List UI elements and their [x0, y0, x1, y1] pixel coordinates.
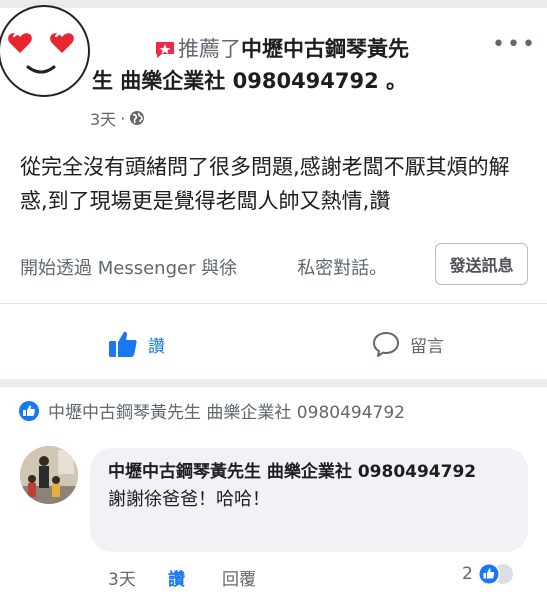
more-options-button[interactable]: ••• — [492, 32, 537, 57]
page-avatar[interactable] — [20, 446, 78, 504]
comment-actions: 3天 讚 回覆 — [108, 565, 256, 590]
recommend-verb: 推薦了 — [178, 37, 241, 61]
thumbs-up-icon — [109, 331, 137, 357]
comment-author[interactable]: 中壢中古鋼琴黃先生 曲樂企業社 0980494792 — [108, 460, 510, 485]
like-button[interactable]: 讚 — [108, 330, 165, 358]
reaction-count: 2 — [462, 564, 473, 584]
send-message-button[interactable]: 發送訊息 — [435, 243, 528, 285]
divider — [0, 303, 547, 304]
comment-bubble-icon — [373, 332, 399, 357]
heart-eyes-emoji-icon — [8, 33, 74, 74]
comment-bubble: 中壢中古鋼琴黃先生 曲樂企業社 0980494792 謝謝徐爸爸！哈哈！ — [90, 448, 528, 552]
like-reaction-icon — [19, 400, 39, 421]
reviewer-name-redacted[interactable] — [92, 39, 154, 61]
post-meta: 3天 · — [90, 106, 145, 130]
comment-reply-button[interactable]: 回覆 — [222, 565, 256, 590]
page-name-link[interactable]: 中壢中古鋼琴黃先 — [241, 37, 409, 61]
comment-like-button[interactable]: 讚 — [168, 565, 222, 590]
like-label: 讚 — [148, 336, 165, 357]
comment-label: 留言 — [410, 336, 444, 357]
reaction-stack-icon — [477, 563, 513, 585]
reacted-page-name[interactable]: 中壢中古鋼琴黃先生 曲樂企業社 0980494792 — [48, 398, 405, 423]
comment-text: 謝謝徐爸爸！哈哈！ — [108, 489, 270, 510]
post-header: 推薦了中壢中古鋼琴黃先 生 曲樂企業社 0980494792 。 — [92, 33, 492, 97]
post-timestamp[interactable]: 3天 — [90, 106, 116, 130]
section-band — [0, 379, 547, 387]
post-body-text: 從完全沒有頭緒問了很多問題,感謝老闆不厭其煩的解惑,到了現場更是覺得老闆人帥又熱… — [20, 155, 510, 213]
comment-reactions[interactable]: 2 — [462, 562, 515, 586]
reviewer-avatar[interactable] — [0, 5, 90, 97]
messenger-prompt: 開始透過 Messenger 與徐 私密對話。 — [20, 254, 387, 280]
family-photo-icon — [20, 446, 78, 504]
page-reacted-notice: 中壢中古鋼琴黃先生 曲樂企業社 0980494792 — [18, 398, 405, 423]
meta-separator: · — [120, 108, 126, 128]
messenger-prompt-prefix: 開始透過 Messenger 與徐 — [20, 258, 238, 279]
recommend-badge-icon — [156, 42, 174, 58]
comment-button[interactable]: 留言 — [372, 330, 444, 358]
comment-timestamp[interactable]: 3天 — [108, 565, 168, 590]
public-globe-icon — [130, 111, 145, 125]
messenger-prompt-suffix: 私密對話。 — [297, 258, 388, 279]
page-name-link-continued[interactable]: 生 曲樂企業社 0980494792 。 — [92, 65, 492, 97]
